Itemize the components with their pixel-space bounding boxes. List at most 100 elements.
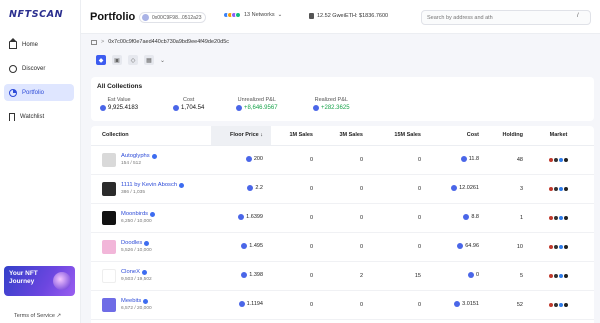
looksrare-icon[interactable] [559, 215, 563, 220]
x2y2-icon[interactable] [564, 157, 568, 162]
home-icon[interactable] [91, 39, 97, 45]
blur-icon[interactable] [554, 157, 558, 162]
terms-of-service-link[interactable]: Terms of Service ↗ [14, 313, 61, 319]
column-header-floor-price[interactable]: Floor Price ↓ [211, 126, 271, 146]
table-header-row: Collection Floor Price ↓ 1M Sales 3M Sal… [91, 126, 594, 146]
column-header-collection[interactable]: Collection [91, 126, 211, 146]
x2y2-icon[interactable] [564, 244, 568, 249]
sales-15m-cell: 0 [371, 290, 429, 320]
market-cell [531, 145, 594, 175]
collection-name[interactable]: CloneX [121, 269, 140, 275]
sidebar-item-watchlist[interactable]: Watchlist [4, 108, 74, 125]
eth-icon [173, 105, 179, 111]
nftscan-logo[interactable]: NFTSCAN [9, 9, 63, 20]
table-row[interactable]: Meebits 6,572 / 20,000 1.1194 0 0 0 3.0151 52 [91, 290, 594, 320]
chain-button-2[interactable]: ▣ [112, 55, 122, 65]
collection-name[interactable]: Meebits [121, 298, 141, 304]
cost-label: Cost [183, 97, 195, 103]
collection-name[interactable]: Doodles [121, 240, 142, 246]
column-header-market: Market [531, 126, 594, 146]
table-row[interactable]: Autoglyphs 154 / 512 200 0 0 0 11.8 48 [91, 145, 594, 175]
floor-price: 1.398 [249, 271, 263, 278]
blur-icon[interactable] [554, 302, 558, 307]
blur-icon[interactable] [554, 215, 558, 220]
collection-name[interactable]: Moonbirds [121, 211, 148, 217]
table-row[interactable]: 1111 by Kevin Abosch 386 / 1,035 2.2 0 0 0 12.… [91, 174, 594, 204]
x2y2-icon[interactable] [564, 302, 568, 307]
ethereum-chain-button[interactable]: ◆ [96, 55, 106, 65]
market-cell [531, 232, 594, 262]
table-row[interactable]: CloneX 9,503 / 19,502 1.398 0 2 15 0 5 [91, 261, 594, 291]
search-input[interactable] [421, 10, 591, 25]
looksrare-icon[interactable] [559, 157, 563, 162]
column-header-3m-sales[interactable]: 3M Sales [321, 126, 371, 146]
looksrare-icon[interactable] [559, 186, 563, 191]
breadcrumb-separator: > [101, 39, 105, 45]
sidebar-item-label: Home [22, 41, 39, 48]
eth-icon [454, 300, 461, 307]
column-header-holding[interactable]: Holding [487, 126, 531, 146]
sales-1m-cell: 0 [271, 174, 321, 204]
sales-3m-cell: 0 [321, 203, 371, 233]
looksrare-icon[interactable] [559, 244, 563, 249]
column-header-15m-sales[interactable]: 15M Sales [371, 126, 429, 146]
cost: 64.96 [465, 242, 479, 249]
blur-icon[interactable] [554, 244, 558, 249]
table-row[interactable]: Doodles 5,526 / 10,000 1.495 0 0 0 64.96 10 [91, 232, 594, 262]
cost: 12.0261 [459, 184, 479, 191]
floor-price: 1.1194 [246, 300, 263, 307]
nft-journey-banner[interactable]: Your NFT Journey [4, 266, 75, 296]
collection-name[interactable]: 1111 by Kevin Abosch [121, 182, 177, 188]
eth-icon [100, 105, 106, 111]
sidebar-item-portfolio[interactable]: Portfolio [4, 84, 74, 101]
opensea-icon[interactable] [549, 244, 553, 249]
column-header-1m-sales[interactable]: 1M Sales [271, 126, 321, 146]
column-header-cost[interactable]: Cost [429, 126, 487, 146]
sidebar: NFTSCAN Home Discover Portfolio Watchlis… [0, 0, 81, 323]
sales-15m-cell: 15 [371, 261, 429, 291]
blur-icon[interactable] [554, 273, 558, 278]
eth-icon [245, 155, 252, 162]
sidebar-item-home[interactable]: Home [4, 36, 74, 53]
est-value-label: Est Value [107, 97, 131, 103]
avatar [142, 14, 149, 21]
networks-selector[interactable]: 13 Networks ⌄ [223, 12, 282, 18]
opensea-icon[interactable] [549, 186, 553, 191]
gas-price: 12.52 Gwei [309, 13, 345, 19]
looksrare-icon[interactable] [559, 302, 563, 307]
opensea-icon[interactable] [549, 157, 553, 162]
table-row[interactable]: Moonbirds 6,250 / 10,000 1.6399 0 0 0 8.8 1 [91, 203, 594, 233]
eth-icon [238, 213, 245, 220]
floor-price: 200 [253, 155, 263, 162]
floor-price: 1.495 [249, 242, 263, 249]
sales-1m-cell: 0 [271, 232, 321, 262]
more-chains-dropdown[interactable]: ⌄ [160, 55, 168, 65]
cost-cell: 0 [429, 261, 487, 291]
sales-1m-cell: 0 [271, 203, 321, 233]
x2y2-icon[interactable] [564, 215, 568, 220]
blur-icon[interactable] [554, 186, 558, 191]
floor-price-cell: 1.495 [211, 232, 271, 262]
sidebar-item-discover[interactable]: Discover [4, 60, 74, 77]
cost-cell: 8.8 [429, 203, 487, 233]
collections-table: Collection Floor Price ↓ 1M Sales 3M Sal… [91, 126, 594, 323]
chevron-down-icon: ⌄ [277, 12, 283, 18]
collection-thumbnail [102, 152, 116, 167]
unrealized-pnl-value: +8,646.9567 [236, 105, 278, 111]
looksrare-icon[interactable] [559, 273, 563, 278]
x2y2-icon[interactable] [564, 273, 568, 278]
cost-value: 1,704.54 [173, 105, 204, 111]
opensea-icon[interactable] [549, 273, 553, 278]
opensea-icon[interactable] [549, 215, 553, 220]
chain-button-3[interactable]: ◇ [128, 55, 138, 65]
collection-supply: 386 / 1,035 [121, 190, 146, 195]
wallet-address-chip[interactable]: 0x00C9F98...0512a23 [139, 12, 207, 23]
collections-summary: All Collections Est Value 9,925.4183 Cos… [91, 77, 594, 121]
realized-pnl-number: +282.3625 [321, 105, 350, 111]
est-value: 9,925.4183 [100, 105, 138, 111]
opensea-icon[interactable] [549, 302, 553, 307]
collection-name[interactable]: Autoglyphs [121, 153, 150, 159]
x2y2-icon[interactable] [564, 186, 568, 191]
sales-3m-cell: 0 [321, 290, 371, 320]
chain-button-4[interactable]: ▦ [144, 55, 154, 65]
